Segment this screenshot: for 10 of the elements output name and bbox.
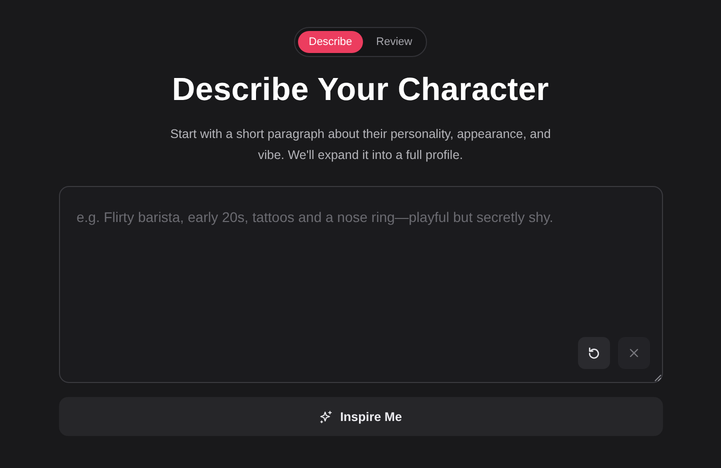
description-field[interactable]: e.g. Flirty barista, early 20s, tattoos and a nose ring—playful but secretly shy. <box>58 186 662 383</box>
resize-grip-icon[interactable] <box>654 374 662 382</box>
reset-button[interactable] <box>578 337 610 369</box>
inspire-me-button[interactable]: Inspire Me <box>58 397 662 436</box>
tab[interactable]: Describe <box>298 31 364 53</box>
sparkle-icon <box>319 410 334 424</box>
reset-icon <box>586 346 600 360</box>
page-title: Describe Your Character <box>172 71 549 108</box>
tab[interactable]: Review <box>365 31 424 53</box>
page-subtitle: Start with a short paragraph about their personality, appearance, and vibe. We'll expand it into a full profile. <box>169 126 552 164</box>
